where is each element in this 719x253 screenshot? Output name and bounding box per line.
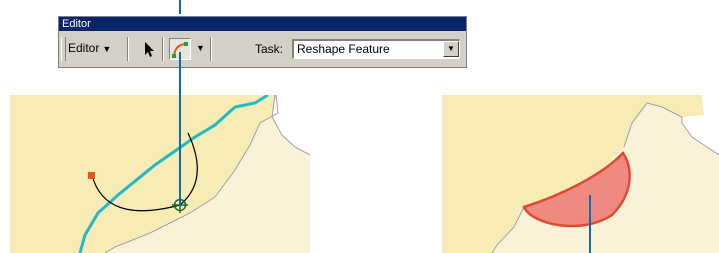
callout-lines (179, 0, 591, 253)
